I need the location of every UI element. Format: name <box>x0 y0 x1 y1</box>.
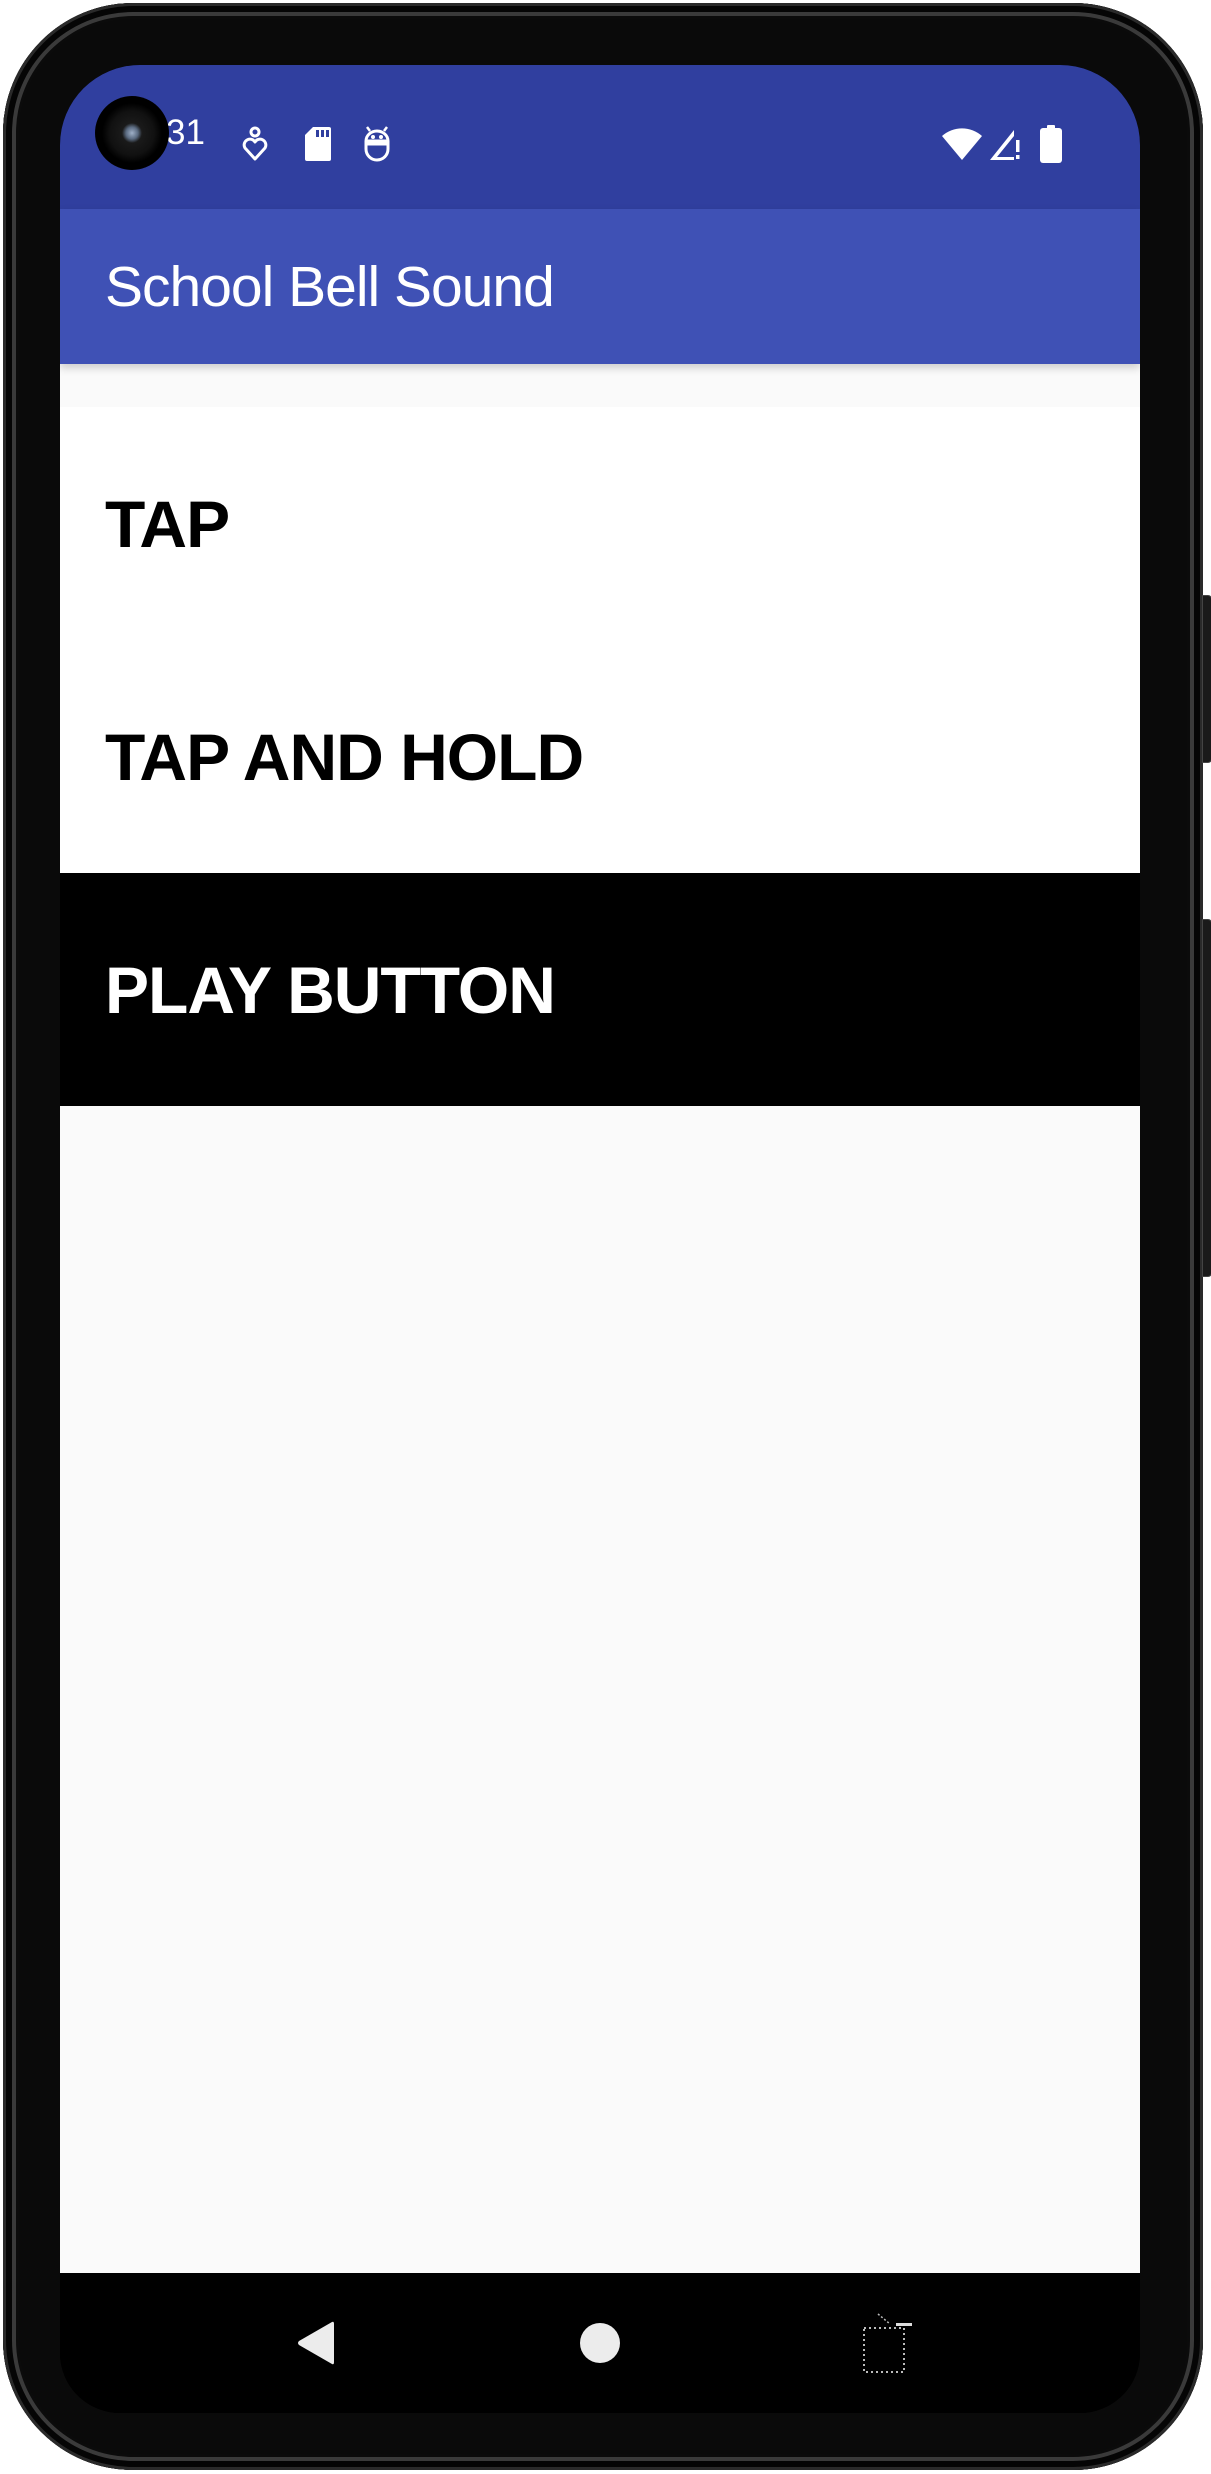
debug-robot-icon <box>360 125 394 163</box>
app-bar: School Bell Sound <box>60 209 1140 364</box>
back-button[interactable] <box>276 2303 356 2383</box>
main-content: TAP TAP AND HOLD PLAY BUTTON <box>60 364 1140 2273</box>
wifi-icon <box>940 125 984 163</box>
app-title: School Bell Sound <box>105 255 555 319</box>
home-icon <box>580 2323 620 2363</box>
digital-wellbeing-icon <box>238 125 272 163</box>
battery-icon <box>1034 125 1068 163</box>
sd-card-icon <box>301 125 335 163</box>
recents-icon <box>863 2313 912 2373</box>
volume-button <box>1202 919 1211 1277</box>
home-button[interactable] <box>560 2303 640 2383</box>
status-bar: 31 <box>60 65 1140 209</box>
list-item-label: PLAY BUTTON <box>105 952 556 1027</box>
list-item-play-button[interactable]: PLAY BUTTON <box>60 873 1140 1106</box>
power-button <box>1202 595 1211 763</box>
status-time: 31 <box>166 113 205 152</box>
back-icon <box>298 2321 334 2365</box>
list-item-tap[interactable]: TAP <box>60 407 1140 640</box>
sound-options-list: TAP TAP AND HOLD PLAY BUTTON <box>60 407 1140 1106</box>
signal-no-data-icon <box>988 125 1022 163</box>
list-item-label: TAP <box>105 486 230 561</box>
front-camera-cutout <box>95 96 169 170</box>
list-item-label: TAP AND HOLD <box>105 719 584 794</box>
recents-button[interactable] <box>848 2303 928 2383</box>
list-item-tap-and-hold[interactable]: TAP AND HOLD <box>60 640 1140 873</box>
screen: 31 School Bell Sound TAP TAP AND HOLD PL… <box>60 65 1140 2413</box>
navigation-bar <box>60 2273 1140 2413</box>
